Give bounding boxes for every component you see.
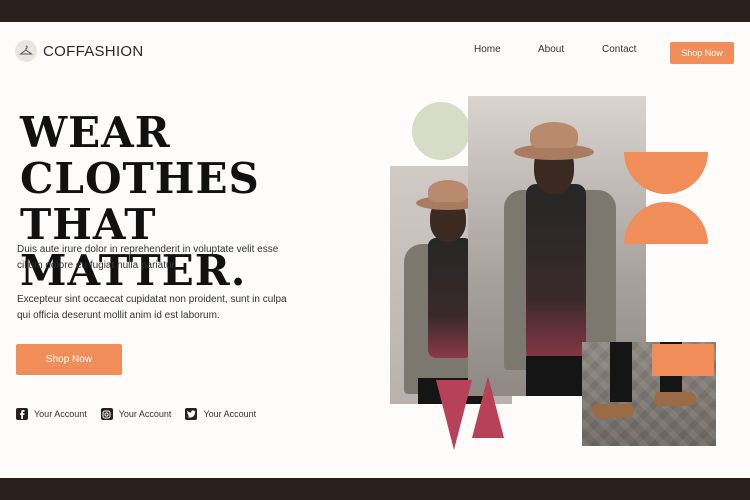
hero-image-collage [390, 94, 720, 454]
decor-orange-rectangle [652, 344, 714, 376]
hat-shape [530, 122, 578, 148]
facebook-link[interactable]: Your Account [16, 408, 87, 420]
scarf-shape [428, 238, 472, 358]
nav-contact-link[interactable]: Contact [602, 44, 636, 55]
twitter-link[interactable]: Your Account [185, 408, 256, 420]
twitter-icon [185, 408, 198, 420]
nav-about-link[interactable]: About [538, 44, 564, 55]
hat-shape [428, 180, 468, 202]
nav-shop-now-button[interactable]: Shop Now [670, 42, 734, 64]
instagram-icon [100, 408, 113, 420]
brand-name: COFFASHION [43, 42, 144, 60]
scarf-shape [526, 184, 586, 362]
hero-paragraph-1: Duis aute irure dolor in reprehenderit i… [17, 244, 279, 271]
twitter-label: Your Account [203, 409, 257, 419]
instagram-label: Your Account [118, 409, 172, 419]
hanger-icon [15, 40, 37, 62]
hero-shop-now-button[interactable]: Shop Now [16, 344, 122, 375]
decor-berry-triangle-down [436, 380, 472, 450]
landing-page: COFFASHION Home About Contact Shop Now W… [0, 22, 750, 478]
nav-home-link[interactable]: Home [474, 44, 501, 55]
shoe-shape [654, 392, 696, 406]
facebook-label: Your Account [34, 409, 87, 419]
pants-shape [526, 356, 590, 396]
instagram-link[interactable]: Your Account [100, 408, 172, 420]
headline-line-1: WEAR CLOTHES [20, 108, 260, 203]
leg-shape [610, 342, 632, 402]
hero-paragraph-2: Excepteur sint occaecat cupidatat non pr… [17, 294, 287, 321]
social-links: Your Account Your Account Your Account [16, 408, 256, 420]
facebook-icon [16, 408, 28, 420]
shoe-shape [592, 404, 634, 418]
brand-logo[interactable]: COFFASHION [15, 40, 144, 62]
decor-sage-circle [412, 102, 470, 160]
decor-berry-triangle-up [472, 376, 504, 438]
